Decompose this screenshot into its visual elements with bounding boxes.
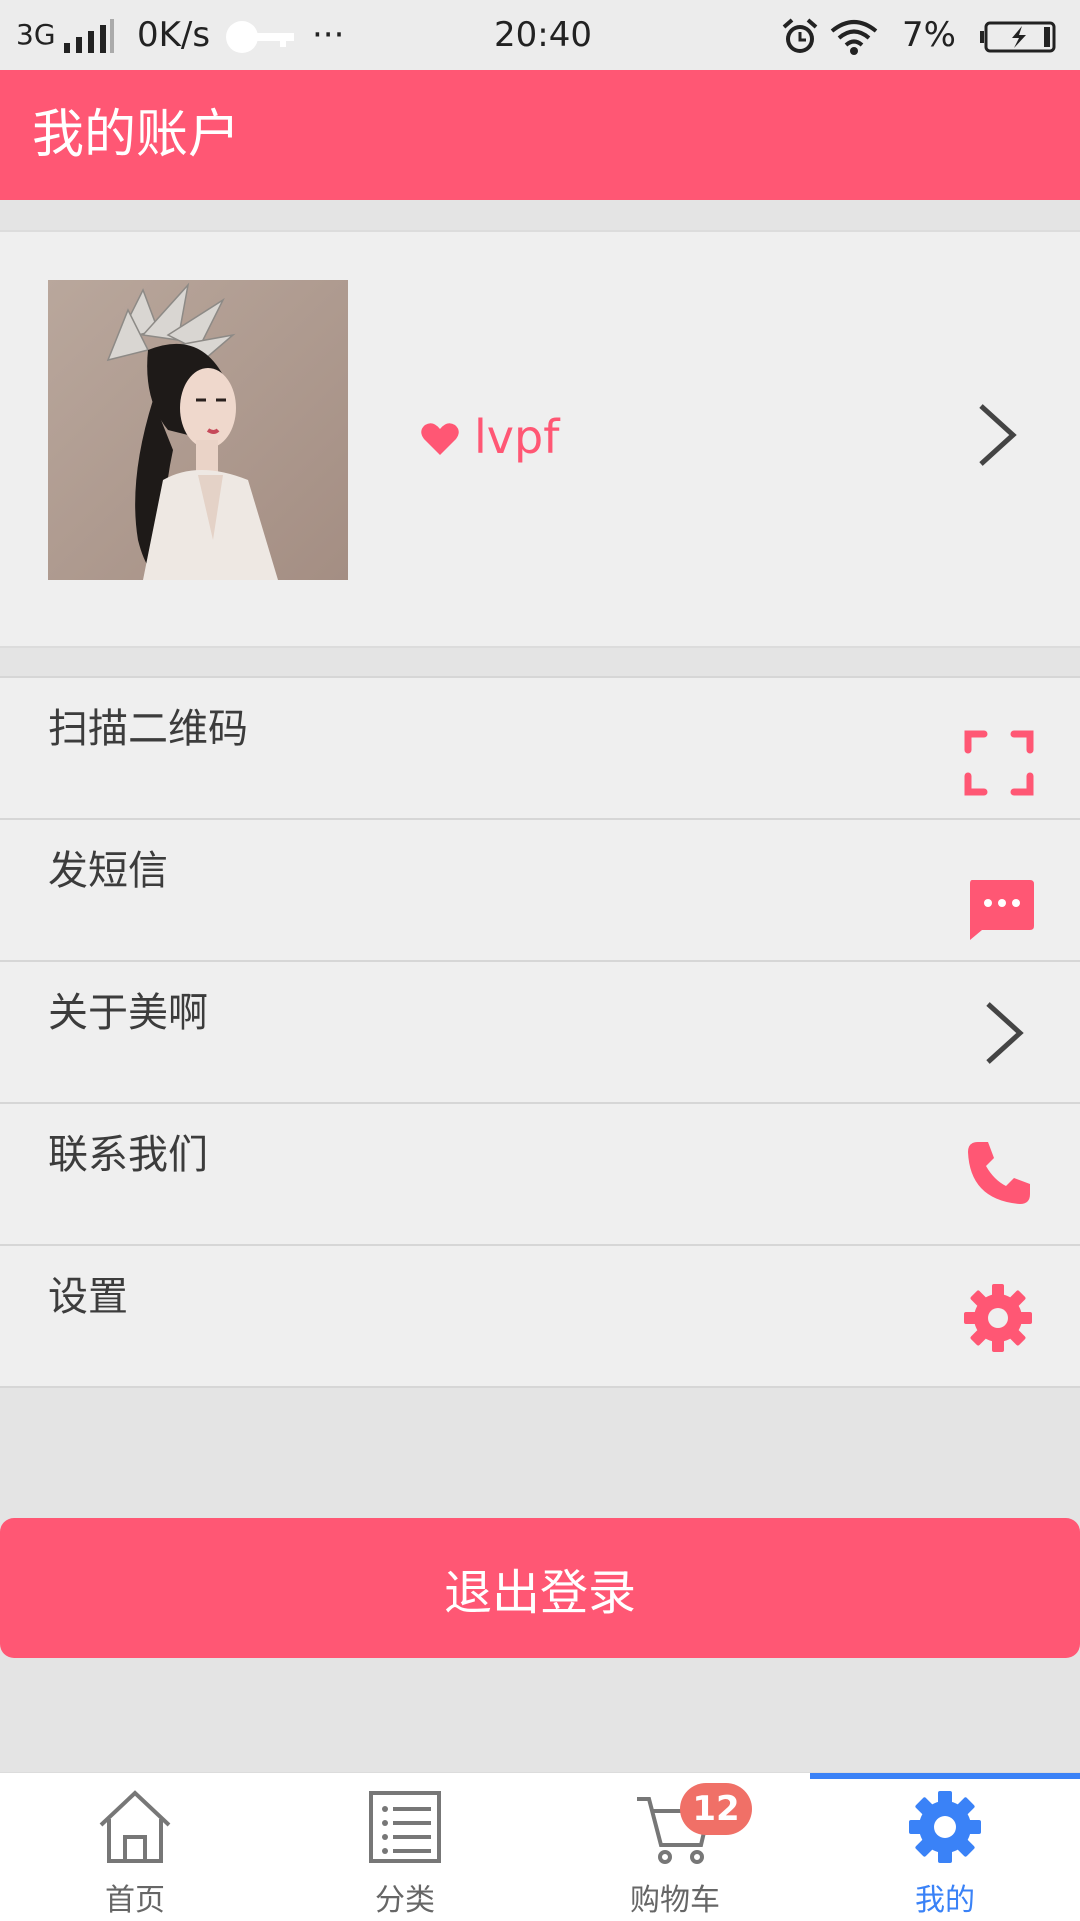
message-icon [968,876,1034,944]
menu-item-scan-qr[interactable]: 扫描二维码 [0,676,1080,818]
more-indicator: ··· [312,15,345,55]
tab-cart[interactable]: 购物车 [540,1773,810,1921]
menu-item-label: 设置 [48,1274,128,1320]
clock: 20:40 [494,15,592,55]
tab-label: 分类 [375,1883,435,1918]
tab-home[interactable]: 首页 [0,1773,270,1921]
app-header: 我的账户 [0,70,1080,200]
username-label[interactable]: lvpf [420,402,559,472]
gear-icon [962,1282,1034,1358]
tab-category[interactable]: 分类 [270,1773,540,1921]
gear-icon [905,1787,985,1871]
menu-item-label: 发短信 [48,848,168,894]
chevron-right-icon [982,998,1028,1072]
tab-mine[interactable]: 我的 [810,1773,1080,1921]
cart-count-badge: 12 [680,1783,752,1835]
wifi-icon [830,0,878,70]
signal-icon [62,0,116,70]
menu-item-label: 扫描二维码 [48,706,248,752]
status-bar: 3G 0K/s ··· 20:40 7% [0,0,1080,70]
page-title: 我的账户 [32,105,241,165]
profile-card[interactable]: lvpf [0,230,1080,648]
logout-button[interactable]: 退出登录 [0,1518,1080,1658]
bottom-nav: 首页 分类 购物车 12 我的 [0,1772,1080,1921]
network-type: 3G [16,18,56,51]
net-speed: 0K/s [137,15,211,55]
battery-charging-icon [978,0,1058,70]
list-icon [365,1787,445,1871]
vpn-key-icon [224,0,296,70]
tab-label: 购物车 [630,1883,720,1918]
tab-label: 首页 [105,1883,165,1918]
avatar[interactable] [48,280,348,580]
battery-percent: 7% [902,15,956,55]
chevron-right-icon[interactable] [975,400,1021,474]
menu-item-label: 关于美啊 [48,990,208,1036]
tab-label: 我的 [915,1883,975,1918]
phone-icon [964,1138,1034,1212]
menu-item-about[interactable]: 关于美啊 [0,960,1080,1102]
menu-list: 扫描二维码 发短信 关于美啊 联系我们 设置 [0,676,1080,1388]
menu-item-sms[interactable]: 发短信 [0,818,1080,960]
home-icon [95,1787,175,1871]
scan-qr-icon [964,730,1034,800]
username-text: lvpf [474,410,560,464]
menu-item-contact[interactable]: 联系我们 [0,1102,1080,1244]
menu-item-settings[interactable]: 设置 [0,1244,1080,1388]
menu-item-label: 联系我们 [48,1132,208,1178]
heart-icon [420,406,460,476]
alarm-icon [780,0,820,70]
